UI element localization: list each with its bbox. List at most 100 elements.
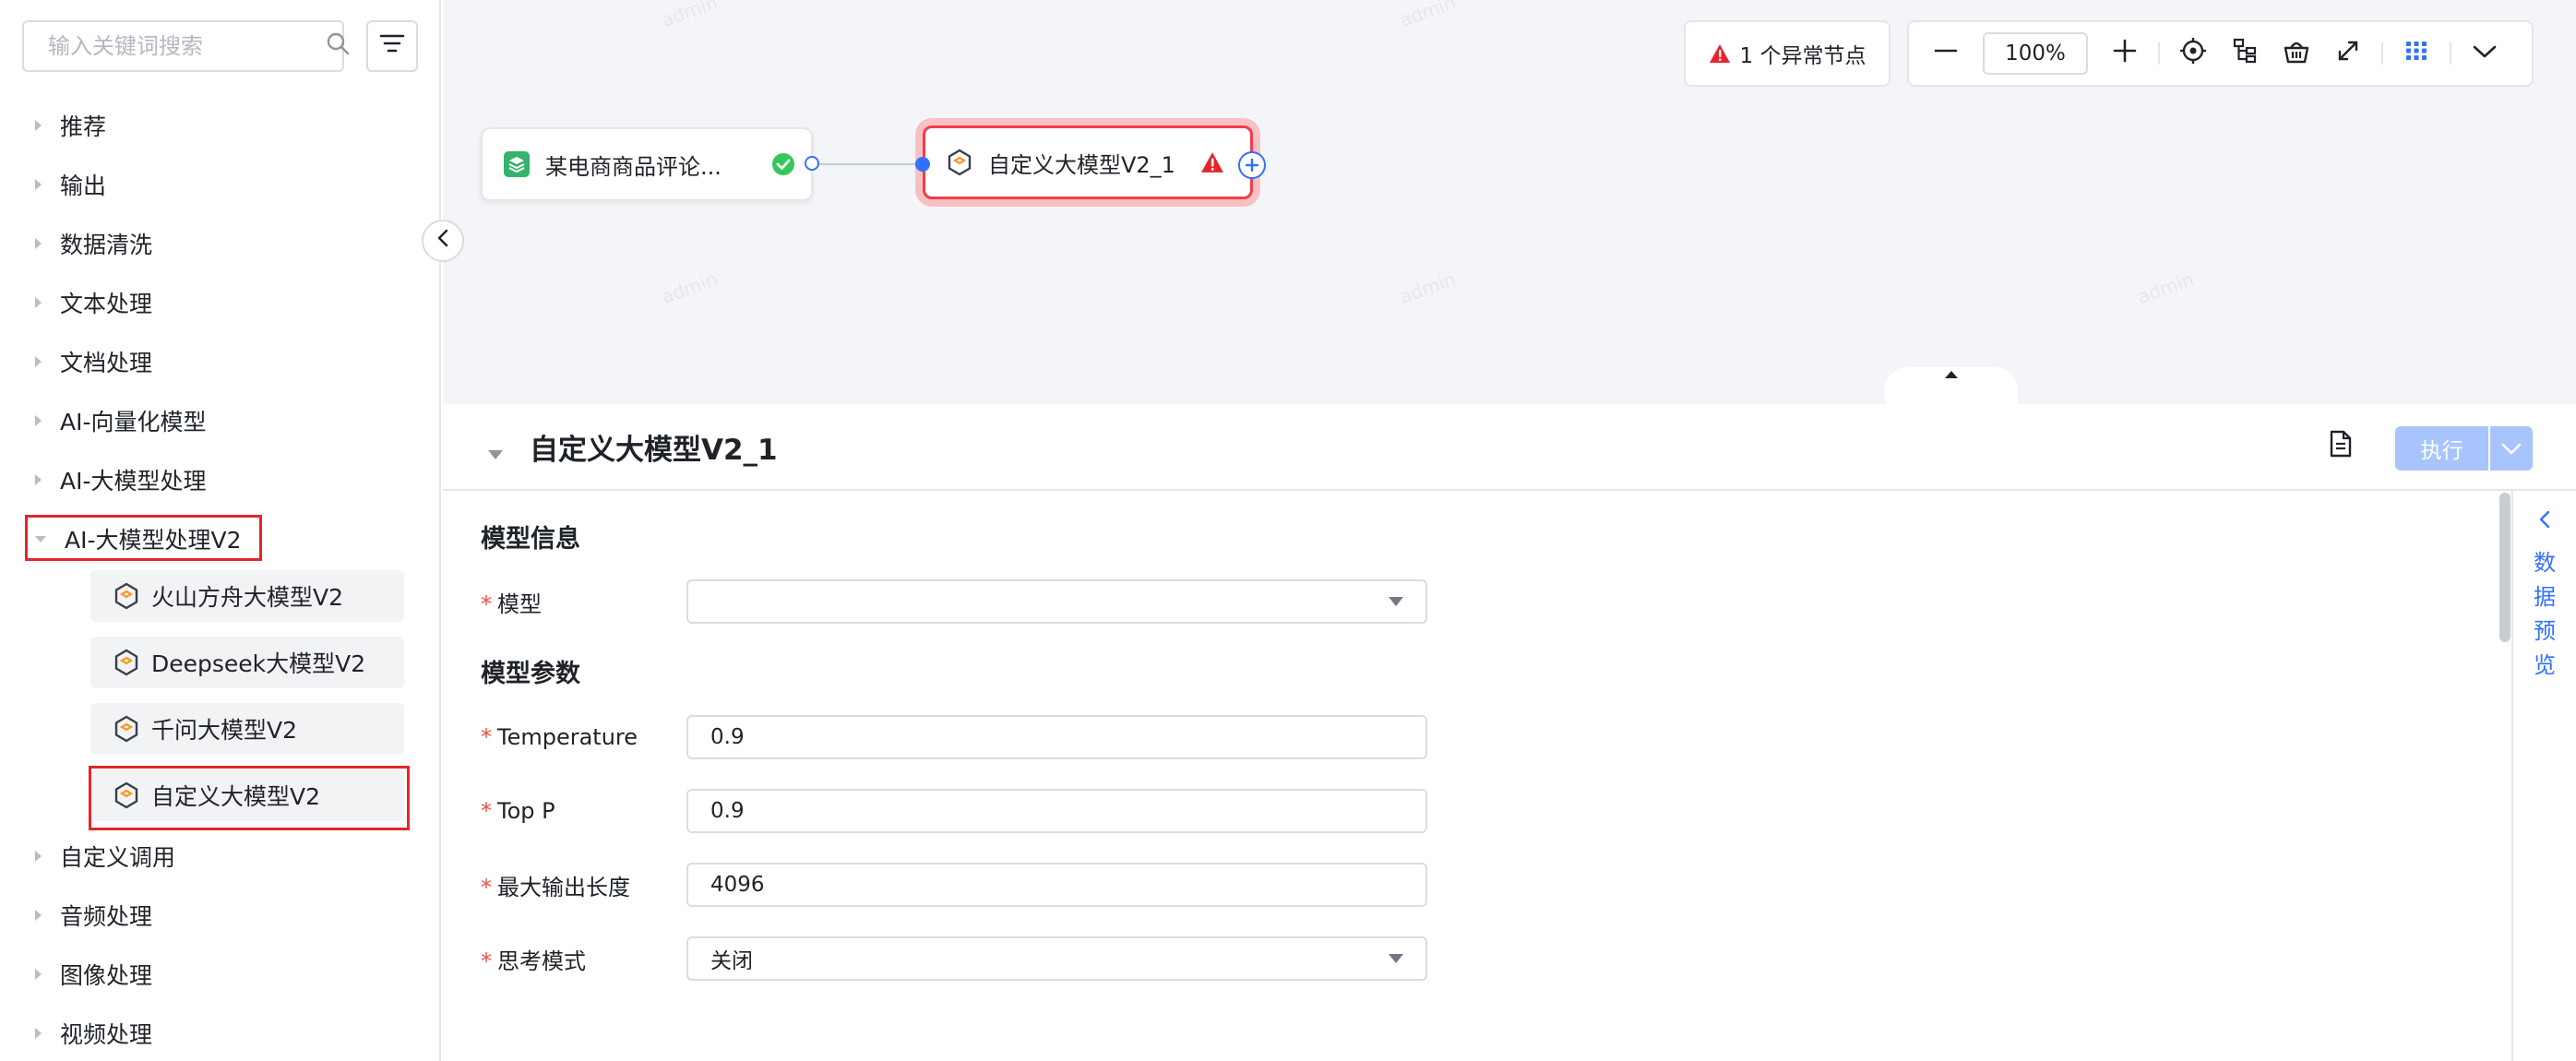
thinking-mode-select[interactable]: 关闭 (686, 936, 1427, 981)
tree-layout-button[interactable] (2224, 33, 2265, 74)
filter-button[interactable] (366, 20, 418, 72)
model-hexagon-icon (113, 649, 140, 676)
sidebar-collapse-button[interactable] (422, 220, 464, 262)
form-row-model: * 模型 (481, 579, 1427, 624)
filter-icon (379, 32, 405, 60)
zoom-in-icon (2112, 38, 2138, 69)
form-row-temperature: * Temperature (481, 715, 1427, 759)
component-deepseek-llm-v2[interactable]: Deepseek大模型V2 (90, 637, 404, 688)
tree-item-data-cleaning[interactable]: 数据清洗 (0, 214, 439, 273)
watermark: admin (658, 0, 721, 31)
tree-item-output[interactable]: 输出 (0, 155, 439, 214)
zoom-out-button[interactable] (1926, 33, 1966, 74)
tree-item-audio[interactable]: 音频处理 (0, 886, 439, 945)
search-input[interactable] (48, 33, 325, 59)
temperature-field[interactable] (686, 715, 1427, 759)
component-qwen-llm-v2[interactable]: 千问大模型V2 (90, 703, 404, 755)
max-length-field[interactable] (686, 863, 1427, 907)
tree-item-recommend[interactable]: 推荐 (0, 96, 439, 155)
node-config-panel: 自定义大模型V2_1 执行 模型信息 * 模型 模型参数 * Temperature… (443, 404, 2576, 1061)
fullscreen-button[interactable] (2328, 33, 2368, 74)
component-sidebar: 推荐 输出 数据清洗 文本处理 文档处理 AI-向量化模型 AI-大模型处理 A… (0, 0, 441, 1061)
abnormal-node-alert[interactable]: 1 个异常节点 (1684, 20, 1890, 87)
watermark: admin (658, 268, 721, 308)
form-label: * 思考模式 (481, 948, 586, 974)
grid-icon (2404, 39, 2428, 68)
component-tree: 推荐 输出 数据清洗 文本处理 文档处理 AI-向量化模型 AI-大模型处理 A… (0, 96, 439, 1061)
panel-title: 自定义大模型V2_1 (530, 434, 778, 467)
node-label: 某电商商品评论... (545, 153, 722, 180)
caret-right-icon (35, 1028, 42, 1039)
tree-item-doc-processing[interactable]: 文档处理 (0, 332, 439, 391)
canvas-toolbar (1907, 20, 2534, 87)
zoom-in-button[interactable] (2105, 33, 2145, 74)
caret-up-icon (1944, 359, 1959, 385)
tree-layout-icon (2232, 38, 2258, 69)
toolbar-divider (2158, 42, 2160, 65)
flow-node-source[interactable]: 某电商商品评论... (481, 127, 813, 201)
panel-resize-handle[interactable] (1885, 367, 2018, 404)
caret-right-icon (35, 356, 42, 367)
output-port[interactable] (805, 156, 819, 171)
model-select[interactable] (686, 579, 1427, 624)
tree-item-ai-embedding[interactable]: AI-向量化模型 (0, 391, 439, 450)
model-hexagon-icon (946, 149, 973, 176)
top-p-field[interactable] (686, 789, 1427, 833)
add-node-button[interactable] (1238, 151, 1266, 179)
grid-button[interactable] (2396, 33, 2437, 74)
tree-item-video[interactable]: 视频处理 (0, 1004, 439, 1061)
max-length-input[interactable] (710, 873, 1403, 897)
component-volcano-llm-v2[interactable]: 火山方舟大模型V2 (90, 570, 404, 622)
plus-icon (1245, 152, 1259, 178)
caret-right-icon (35, 179, 42, 190)
ai-llm-v2-children: 火山方舟大模型V2 Deepseek大模型V2 千问大模型V2 自定义大模型V2 (0, 570, 439, 830)
flow-node-custom-llm[interactable]: 自定义大模型V2_1 (923, 125, 1253, 199)
caret-down-icon[interactable] (486, 441, 505, 467)
check-circle-icon (770, 151, 796, 177)
caret-right-icon (35, 415, 42, 426)
tree-item-ai-llm[interactable]: AI-大模型处理 (0, 450, 439, 509)
caret-right-icon (35, 474, 42, 485)
caret-right-icon (35, 297, 42, 308)
section-model-params: 模型参数 (481, 660, 580, 688)
chevron-down-icon (2472, 41, 2498, 66)
tree-item-ai-llm-v2[interactable]: AI-大模型处理V2 (0, 509, 439, 568)
form-row-thinking-mode: * 思考模式 关闭 (481, 936, 1427, 981)
section-model-info: 模型信息 (481, 525, 580, 554)
toolbar-more-button[interactable] (2464, 33, 2505, 74)
zoom-level-input[interactable] (1983, 32, 2088, 75)
panel-header: 自定义大模型V2_1 执行 (443, 404, 2576, 491)
chevron-left-icon (2538, 509, 2551, 535)
node-edge (813, 163, 924, 165)
caret-down-icon (35, 535, 46, 542)
caret-right-icon (35, 910, 42, 921)
node-label: 自定义大模型V2_1 (988, 151, 1175, 178)
chevron-left-icon (435, 228, 450, 254)
zoom-out-icon (1933, 38, 1959, 69)
tree-item-text-processing[interactable]: 文本处理 (0, 273, 439, 332)
search-icon[interactable] (325, 30, 351, 62)
scrollbar-thumb[interactable] (2499, 493, 2510, 642)
search-box[interactable] (22, 20, 350, 72)
component-custom-llm-v2[interactable]: 自定义大模型V2 (89, 766, 410, 830)
run-button[interactable]: 执行 (2395, 426, 2488, 471)
top-p-input[interactable] (710, 799, 1403, 823)
form-label: * Top P (481, 798, 555, 824)
document-icon[interactable] (2329, 430, 2353, 463)
basket-button[interactable] (2276, 33, 2317, 74)
caret-right-icon (35, 851, 42, 862)
dataset-icon (503, 150, 531, 178)
form-label: * 最大输出长度 (481, 874, 630, 900)
caret-right-icon (35, 120, 42, 131)
input-port[interactable] (915, 157, 930, 172)
toolbar-divider (2381, 42, 2383, 65)
dropdown-arrow-icon (1389, 597, 1403, 606)
run-dropdown-button[interactable] (2490, 426, 2533, 471)
temperature-input[interactable] (710, 725, 1403, 749)
tree-item-image[interactable]: 图像处理 (0, 945, 439, 1004)
locate-button[interactable] (2173, 33, 2213, 74)
warning-icon (1200, 151, 1224, 173)
flow-canvas[interactable]: admin admin admin admin admin 1 个异常节点 10… (443, 0, 2576, 404)
tree-item-custom-call[interactable]: 自定义调用 (0, 827, 439, 886)
data-preview-tab[interactable]: 数据预览 (2511, 491, 2576, 1061)
